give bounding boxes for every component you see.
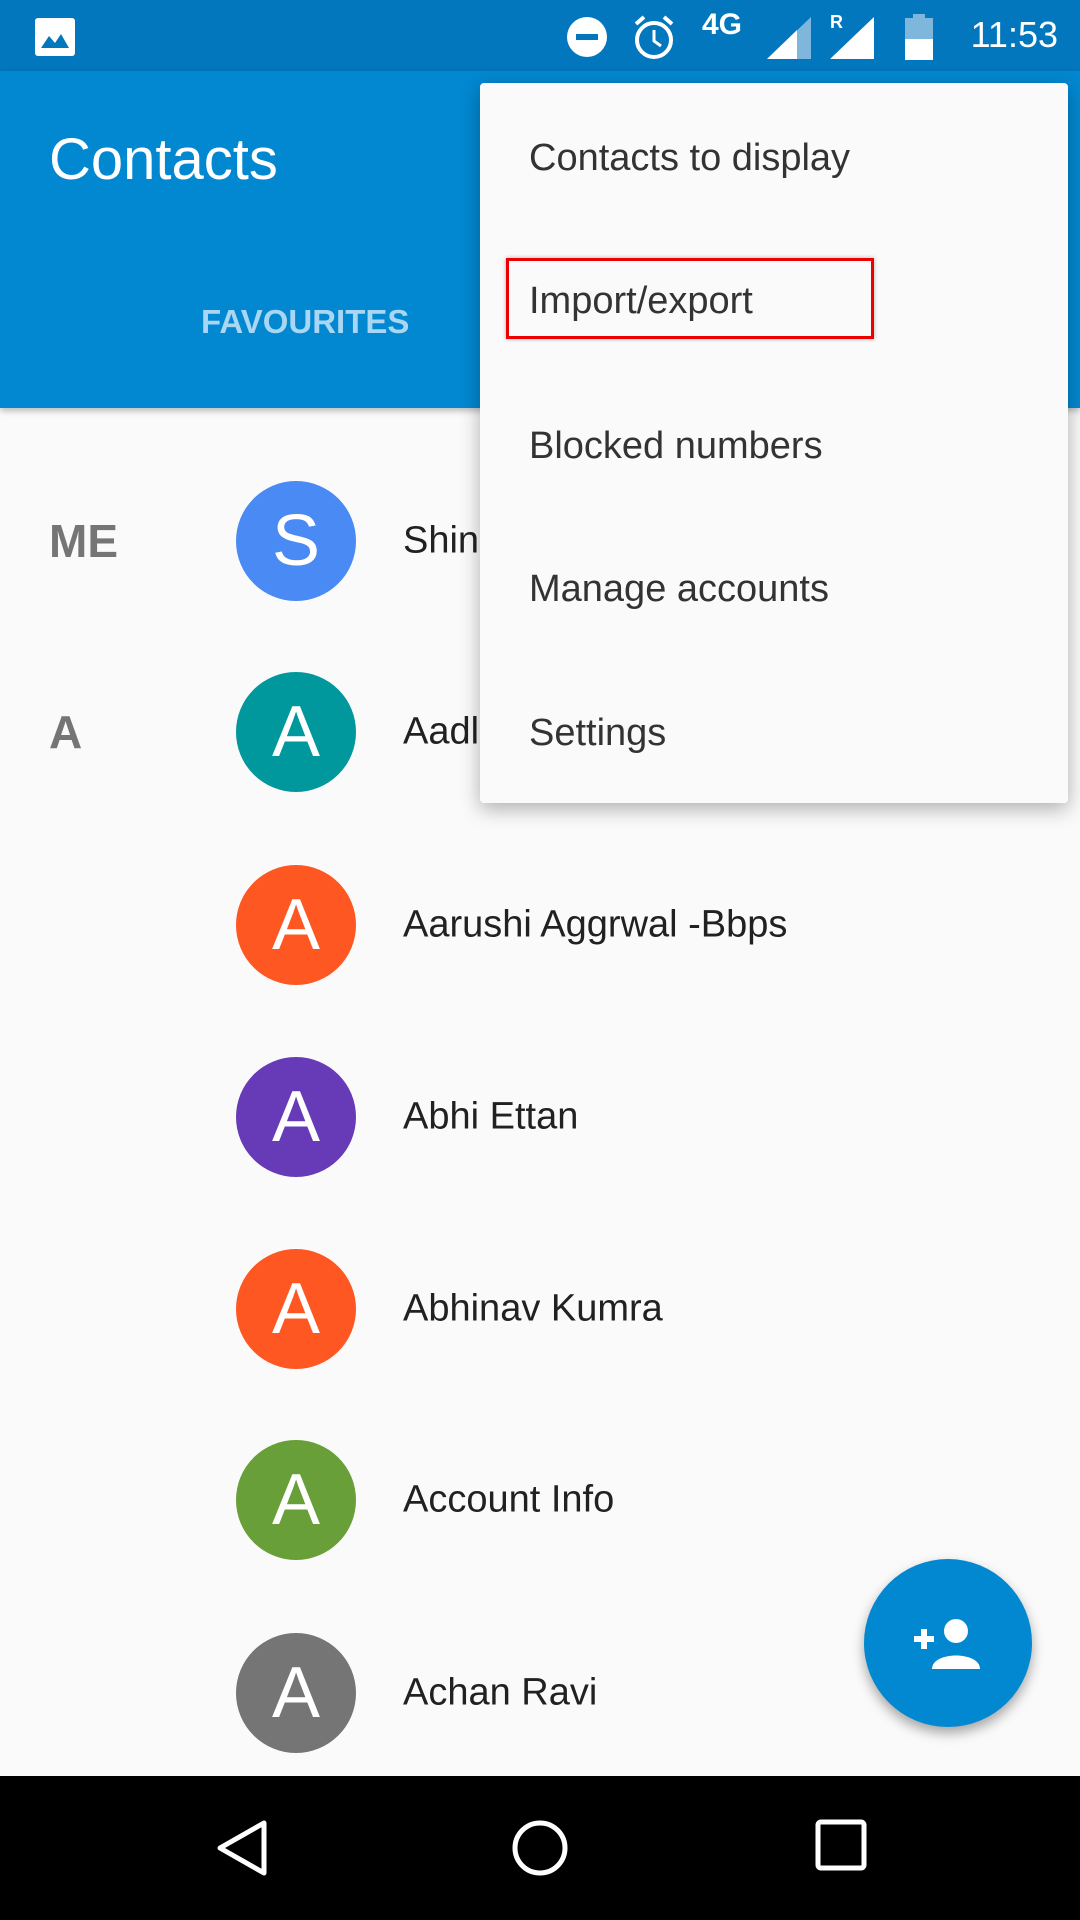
menu-item-contacts-to-display[interactable]: Contacts to display (480, 86, 1068, 230)
tab-favourites[interactable]: FAVOURITES (201, 303, 409, 341)
contact-name: Abhi Ettan (403, 1095, 579, 1138)
back-icon[interactable] (214, 1818, 270, 1878)
avatar: S (236, 481, 356, 601)
contact-name: Achan Ravi (403, 1671, 598, 1714)
add-person-icon (914, 1619, 980, 1669)
dnd-icon (567, 17, 607, 57)
section-header: A (49, 706, 83, 758)
home-icon[interactable] (510, 1818, 570, 1878)
section-header: ME (49, 515, 118, 567)
avatar: A (236, 865, 356, 985)
signal-icon (767, 17, 811, 59)
menu-item-settings[interactable]: Settings (480, 661, 1068, 805)
avatar: A (236, 1057, 356, 1177)
battery-icon (905, 14, 933, 60)
recents-icon[interactable] (814, 1818, 868, 1872)
avatar: A (236, 1633, 356, 1753)
highlight-box (506, 258, 874, 339)
menu-item-manage-accounts[interactable]: Manage accounts (480, 517, 1068, 661)
list-item[interactable]: A Account Info (0, 1420, 1080, 1580)
status-bar: 4G R 11:53 (0, 0, 1080, 71)
avatar: A (236, 672, 356, 792)
menu-item-blocked-numbers[interactable]: Blocked numbers (480, 374, 1068, 518)
contact-name: Aarushi Aggrwal -Bbps (403, 903, 788, 946)
image-icon (35, 18, 75, 56)
overflow-menu: Contacts to display Import/export Blocke… (480, 83, 1068, 803)
list-item[interactable]: A Abhinav Kumra (0, 1229, 1080, 1389)
contact-name: Shin (403, 519, 480, 562)
add-contact-button[interactable] (864, 1559, 1032, 1727)
avatar: A (236, 1249, 356, 1369)
avatar: A (236, 1440, 356, 1560)
list-item[interactable]: A Abhi Ettan (0, 1037, 1080, 1197)
clock: 11:53 (970, 14, 1058, 55)
navigation-bar (0, 1776, 1080, 1920)
list-item[interactable]: A Aarushi Aggrwal -Bbps (0, 845, 1080, 1005)
contact-name: Account Info (403, 1478, 615, 1521)
contact-name: Abhinav Kumra (403, 1287, 663, 1330)
network-type: 4G (702, 8, 743, 41)
signal-roaming-icon (830, 17, 874, 59)
alarm-icon (634, 15, 674, 59)
page-title: Contacts (49, 127, 278, 192)
contact-name: Aadl (403, 710, 480, 753)
